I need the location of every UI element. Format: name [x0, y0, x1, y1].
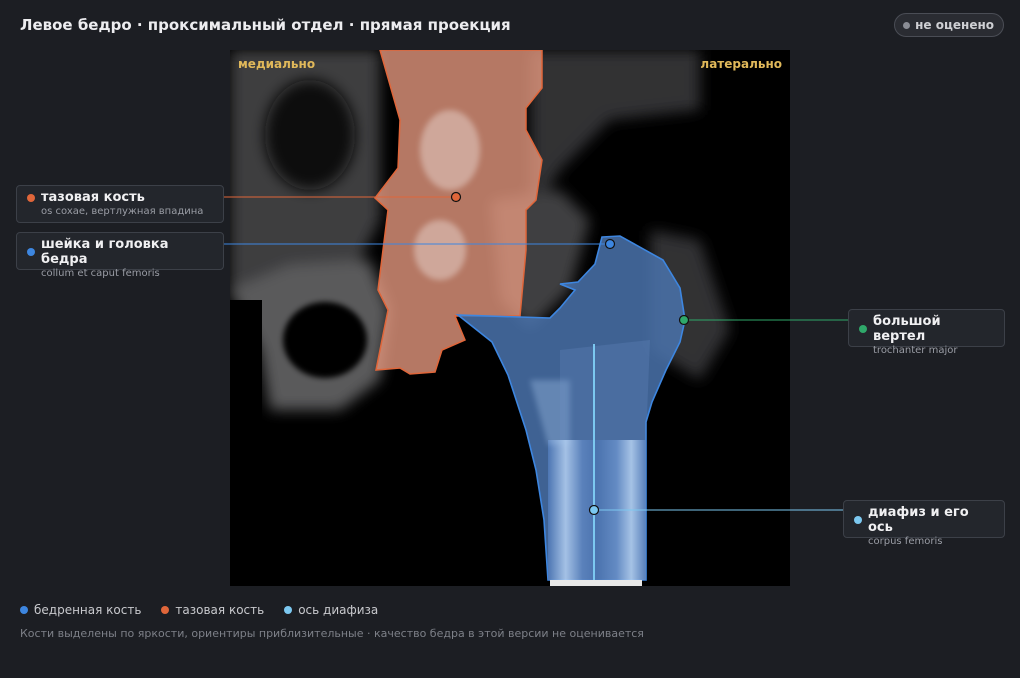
status-badge-label: не оценено	[915, 18, 994, 32]
axis-legend-dot-icon	[284, 606, 293, 614]
callout-shaft-title: диафиз и его ось	[868, 505, 969, 535]
callout-greater-trochanter[interactable]: большой вертел trochanter major	[848, 309, 1005, 356]
callout-greater-trochanter-subtitle: trochanter major	[873, 345, 958, 356]
callout-shaft-subtitle: corpus femoris	[868, 536, 943, 547]
legend-femur-label: бедренная кость	[34, 603, 142, 617]
femoral-neck-dot-icon	[27, 248, 35, 256]
callout-femoral-neck-subtitle: collum et caput femoris	[41, 268, 160, 279]
assessment-status-badge: не оценено	[894, 13, 1004, 37]
callout-femoral-neck-title: шейка и головка бедра	[41, 237, 169, 267]
legend-item-femur: бедренная кость	[20, 603, 141, 617]
orientation-medial-label: медиально	[238, 57, 316, 71]
callout-pelvis[interactable]: тазовая кость os coxae, вертлужная впади…	[16, 185, 224, 223]
legend-axis-label: ось диафиза	[298, 603, 379, 617]
footer-note: Кости выделены по яркости, ориентиры при…	[20, 627, 644, 640]
orientation-lateral-label: латерально	[700, 57, 782, 71]
status-dot-icon	[903, 21, 911, 29]
page-title: Левое бедро · проксимальный отдел · прям…	[20, 16, 511, 34]
shaft-dot-icon	[854, 516, 862, 524]
callout-pelvis-subtitle: os coxae, вертлужная впадина	[41, 206, 204, 217]
femur-legend-dot-icon	[20, 606, 28, 614]
legend-pelvis-label: тазовая кость	[175, 603, 265, 617]
xray-image	[230, 50, 730, 586]
greater-trochanter-dot-icon	[859, 325, 867, 333]
xray-viewer[interactable]: медиально латерально	[230, 50, 790, 586]
legend-item-axis: ось диафиза	[284, 603, 378, 617]
pelvis-legend-dot-icon	[161, 606, 170, 614]
legend: бедренная кость тазовая кость ось диафиз…	[20, 603, 378, 617]
callout-shaft[interactable]: диафиз и его ось corpus femoris	[843, 500, 1005, 547]
callout-pelvis-title: тазовая кость	[41, 190, 145, 205]
legend-item-pelvis: тазовая кость	[161, 603, 264, 617]
callout-greater-trochanter-title: большой вертел	[873, 314, 941, 344]
callout-femoral-neck[interactable]: шейка и головка бедра collum et caput fe…	[16, 232, 224, 279]
pelvis-dot-icon	[27, 193, 35, 202]
